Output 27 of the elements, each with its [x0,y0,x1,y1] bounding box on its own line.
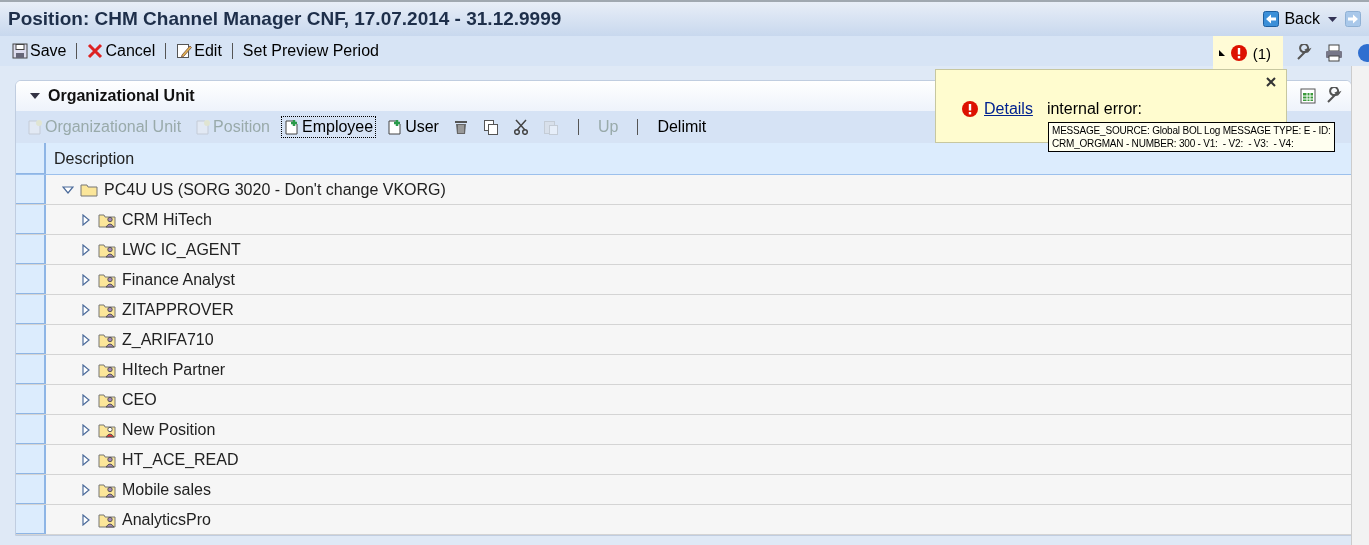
column-header[interactable]: Description [46,143,135,174]
action-button[interactable]: Employee [281,116,377,138]
tooltip: MESSAGE_SOURCE: Global BOL Log MESSAGE TYPE: E - ID: CRM_ORGMAN - NUMBER: 300 - V1: - V2: - V3: - V4: [1048,122,1335,152]
tree-node-label[interactable]: Mobile sales [122,480,211,499]
tree-node-label[interactable]: HItech Partner [122,360,226,379]
tree-node-label[interactable]: CRM HiTech [122,210,212,229]
tree-node-label[interactable]: Z_ARIFA710 [122,330,214,349]
tree-node-label[interactable]: Finance Analyst [122,270,235,289]
tree-node-label[interactable]: AnalyticsPro [122,510,211,529]
toolbar-button[interactable]: Set Preview Period [240,42,381,60]
messages-button[interactable]: (1) [1212,36,1283,70]
toolbar-button[interactable]: Save [10,42,69,60]
action-button[interactable]: User [384,116,442,138]
tree-node-label[interactable]: HT_ACE_READ [122,450,239,469]
panel-title: Organizational Unit [48,87,195,105]
tree-node-label[interactable]: ZITAPPROVER [122,300,234,319]
tree-node-label[interactable]: LWC IC_AGENT [122,240,241,259]
action-button[interactable]: Delimit [654,116,710,138]
window-title: Position: CHM Channel Manager CNF, 17.07.2014 - 31.12.9999 [8,8,563,30]
toolbar-button[interactable]: Cancel [85,42,158,60]
tree-node-label[interactable]: PC4U US (SORG 3020 - Don't change VKORG) [104,180,446,199]
toolbar-button[interactable]: Edit [174,42,224,60]
tree-node-label[interactable]: New Position [122,420,216,439]
tree-node-label[interactable]: CEO [122,390,157,409]
details-link[interactable]: Details [984,100,1033,118]
error-message: internal error: [1046,100,1143,118]
back-button[interactable]: Back [1263,10,1320,28]
